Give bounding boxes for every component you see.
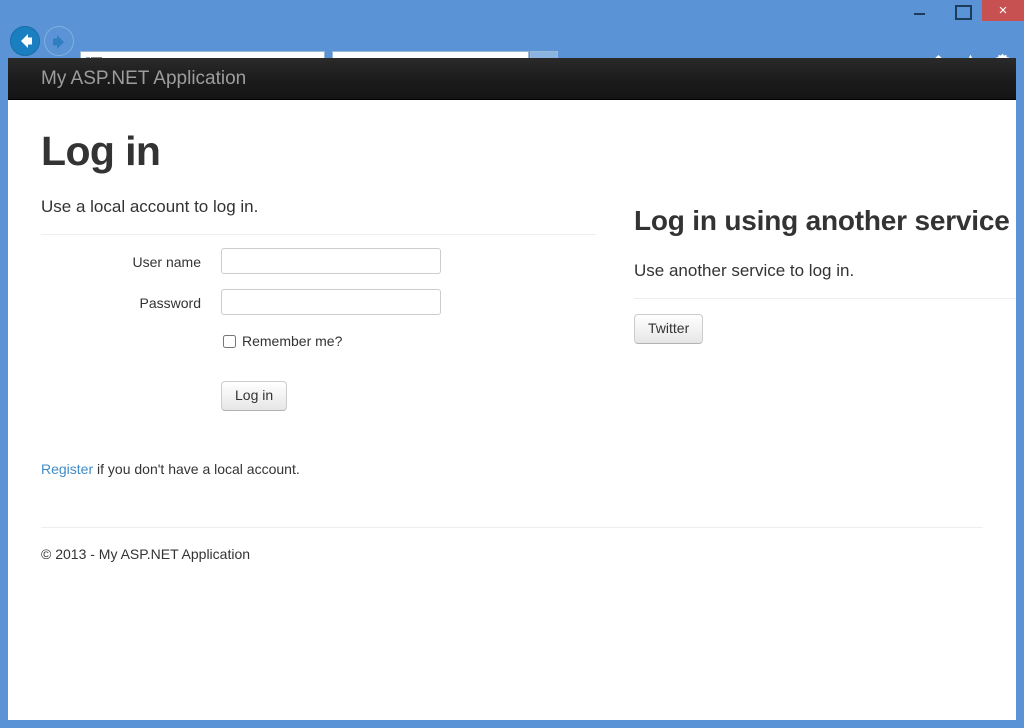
local-login-divider bbox=[41, 234, 596, 236]
page-title: Log in bbox=[41, 128, 161, 174]
username-field[interactable] bbox=[221, 248, 441, 275]
register-rest-text: if you don't have a local account. bbox=[93, 461, 300, 478]
remember-me-checkbox[interactable] bbox=[223, 334, 236, 348]
site-navbar: My ASP.NET Application bbox=[8, 58, 1016, 100]
remember-me-row: Remember me? bbox=[221, 333, 596, 349]
forward-button[interactable] bbox=[44, 26, 74, 56]
username-input-wrap bbox=[221, 248, 596, 275]
footer-wrap: © 2013 - My ASP.NET Application bbox=[41, 527, 983, 562]
page-container: Log in Use a local account to log in. Us… bbox=[8, 128, 1016, 562]
content-row: Use a local account to log in. User name… bbox=[41, 174, 1016, 477]
remember-me-label: Remember me? bbox=[242, 333, 343, 350]
site-brand[interactable]: My ASP.NET Application bbox=[8, 69, 246, 88]
back-button[interactable] bbox=[10, 26, 40, 56]
register-line: Register if you don't have a local accou… bbox=[41, 461, 596, 477]
register-link[interactable]: Register bbox=[41, 461, 93, 477]
username-label: User name bbox=[132, 254, 201, 271]
password-form-group: Password bbox=[41, 289, 596, 316]
window-controls: × bbox=[898, 0, 1024, 21]
back-arrow-icon bbox=[21, 34, 32, 48]
maximize-button[interactable] bbox=[940, 0, 982, 21]
login-form: User name Password Remember me? Log in bbox=[41, 248, 596, 412]
page-viewport: My ASP.NET Application Log in Use a loca… bbox=[8, 58, 1016, 720]
external-login-divider bbox=[634, 297, 1016, 299]
password-input-wrap bbox=[221, 289, 596, 316]
forward-arrow-icon bbox=[53, 35, 64, 49]
username-form-group: User name bbox=[41, 248, 596, 275]
external-providers: Twitter bbox=[634, 313, 1016, 344]
browser-window: × http://www.wingtiptoys.com/ bbox=[0, 0, 1024, 728]
twitter-login-button[interactable]: Twitter bbox=[634, 313, 704, 344]
external-login-column: Log in using another service Use another… bbox=[634, 174, 1016, 477]
minimize-button[interactable] bbox=[898, 0, 940, 21]
password-label: Password bbox=[139, 295, 201, 312]
local-login-column: Use a local account to log in. User name… bbox=[41, 174, 596, 477]
copyright-text: © 2013 - My ASP.NET Application bbox=[41, 546, 251, 563]
password-field[interactable] bbox=[221, 289, 441, 316]
navigation-toolbar: http://www.wingtiptoys.com/ My ASP.NET A… bbox=[0, 24, 1024, 78]
external-login-subtitle: Use another service to log in. bbox=[634, 260, 855, 280]
local-login-subtitle: Use a local account to log in. bbox=[41, 197, 259, 217]
log-in-button[interactable]: Log in bbox=[221, 381, 288, 412]
page-footer: © 2013 - My ASP.NET Application bbox=[41, 528, 983, 562]
title-bar: × bbox=[0, 0, 1024, 24]
external-login-title: Log in using another service bbox=[634, 205, 1010, 237]
submit-row: Log in bbox=[221, 381, 596, 412]
close-button[interactable]: × bbox=[982, 0, 1024, 21]
column-gap bbox=[596, 174, 634, 477]
